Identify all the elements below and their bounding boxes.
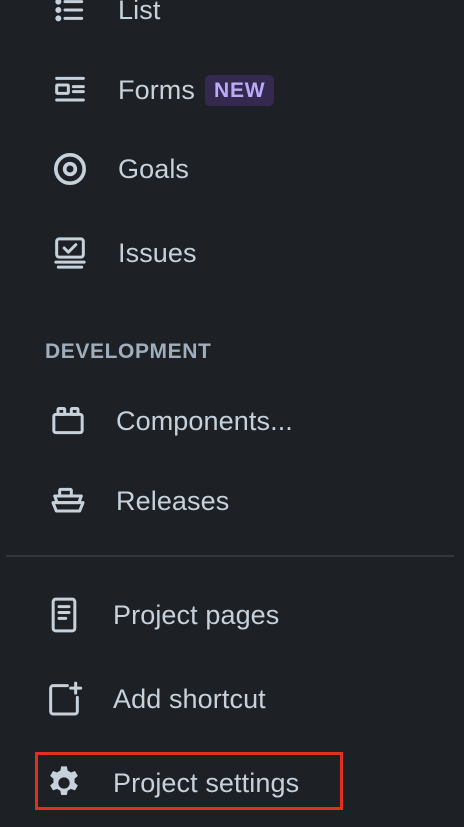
development-section-heading: DEVELOPMENT xyxy=(45,340,212,363)
project-sidebar: List Forms NEW Goals Issues DEVELOPMENT … xyxy=(0,0,464,827)
nav-item-project-settings-label: Project settings xyxy=(113,767,300,798)
list-icon xyxy=(48,0,92,32)
nav-item-project-settings[interactable]: Project settings xyxy=(0,751,464,815)
nav-item-project-pages-label: Project pages xyxy=(113,599,280,630)
target-icon xyxy=(48,147,92,191)
nav-item-goals-label: Goals xyxy=(118,153,190,184)
components-icon xyxy=(46,399,90,443)
sidebar-divider xyxy=(6,555,454,557)
nav-item-issues[interactable]: Issues xyxy=(0,221,464,285)
form-icon xyxy=(48,68,92,112)
nav-item-components[interactable]: Components... xyxy=(0,389,464,453)
nav-item-issues-label: Issues xyxy=(118,237,197,268)
nav-item-project-pages[interactable]: Project pages xyxy=(0,583,464,647)
nav-item-goals[interactable]: Goals xyxy=(0,137,464,201)
new-badge: NEW xyxy=(205,74,275,106)
ship-icon xyxy=(46,479,90,523)
nav-item-forms-label: Forms xyxy=(118,74,195,105)
nav-item-add-shortcut-label: Add shortcut xyxy=(113,683,266,714)
gear-icon xyxy=(42,761,86,805)
nav-item-list-label: List xyxy=(118,0,161,25)
nav-item-list[interactable]: List xyxy=(0,0,464,42)
nav-item-add-shortcut[interactable]: Add shortcut xyxy=(0,667,464,731)
page-icon xyxy=(42,593,86,637)
nav-item-forms[interactable]: Forms NEW xyxy=(0,58,464,122)
nav-item-releases-label: Releases xyxy=(116,485,230,516)
nav-item-components-label: Components... xyxy=(116,405,293,436)
nav-item-releases[interactable]: Releases xyxy=(0,469,464,533)
issues-icon xyxy=(48,231,92,275)
add-shortcut-icon xyxy=(42,677,86,721)
